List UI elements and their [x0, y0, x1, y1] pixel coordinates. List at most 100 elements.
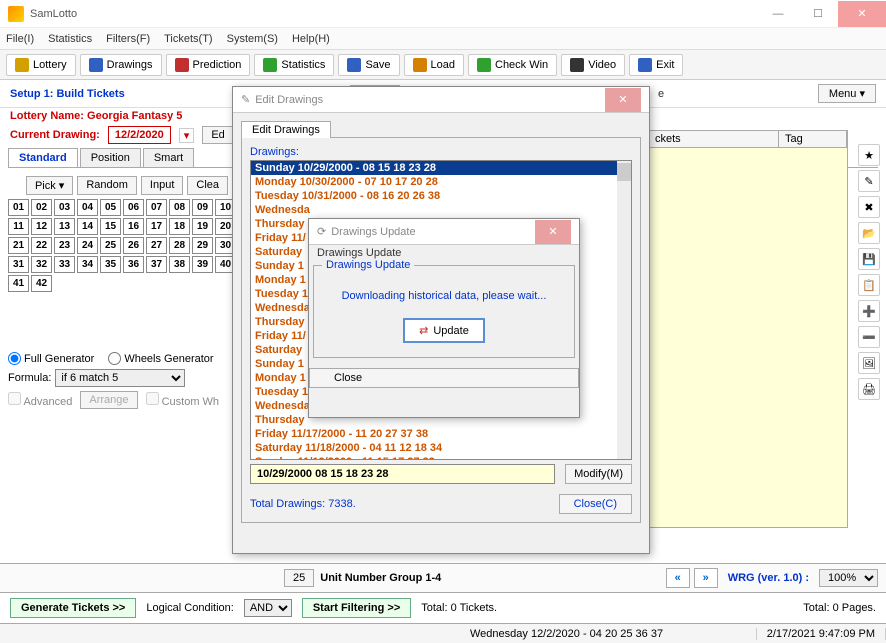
number-cell-35[interactable]: 35 — [100, 256, 121, 273]
delete-icon[interactable]: ✖ — [858, 196, 880, 218]
pick-button[interactable]: Pick ▾ — [26, 176, 73, 195]
modify-input[interactable] — [250, 464, 555, 484]
drawing-item[interactable]: Monday 10/30/2000 - 07 10 17 20 28 — [251, 175, 631, 189]
number-cell-21[interactable]: 21 — [8, 237, 29, 254]
edit-button[interactable]: Ed — [202, 126, 233, 144]
number-cell-06[interactable]: 06 — [123, 199, 144, 216]
start-filtering-button[interactable]: Start Filtering >> — [302, 598, 411, 618]
formula-select[interactable]: if 6 match 5 — [55, 369, 185, 387]
number-cell-29[interactable]: 29 — [192, 237, 213, 254]
open-icon[interactable]: 📂 — [858, 222, 880, 244]
drawing-item[interactable]: Saturday 11/18/2000 - 04 11 12 18 34 — [251, 441, 631, 455]
remove-icon[interactable]: ➖ — [858, 326, 880, 348]
number-cell-04[interactable]: 04 — [77, 199, 98, 216]
add-icon[interactable]: ➕ — [858, 300, 880, 322]
menu-tickets[interactable]: Tickets(T) — [164, 33, 212, 45]
number-cell-19[interactable]: 19 — [192, 218, 213, 235]
number-cell-14[interactable]: 14 — [77, 218, 98, 235]
number-cell-17[interactable]: 17 — [146, 218, 167, 235]
toolbar-statistics-button[interactable]: Statistics — [254, 54, 334, 76]
tab-position[interactable]: Position — [80, 148, 141, 167]
drawing-item[interactable]: Wednesda — [251, 203, 631, 217]
generate-tickets-button[interactable]: Generate Tickets >> — [10, 598, 136, 618]
number-cell-33[interactable]: 33 — [54, 256, 75, 273]
toolbar-exit-button[interactable]: Exit — [629, 54, 683, 76]
logical-condition-select[interactable]: AND — [244, 599, 292, 617]
number-cell-42[interactable]: 42 — [31, 275, 52, 292]
number-cell-15[interactable]: 15 — [100, 218, 121, 235]
zoom-select[interactable]: 100% — [819, 569, 878, 587]
page-prev-button[interactable]: « — [666, 568, 690, 588]
toolbar-prediction-button[interactable]: Prediction — [166, 54, 251, 76]
number-cell-18[interactable]: 18 — [169, 218, 190, 235]
toolbar-lottery-button[interactable]: Lottery — [6, 54, 76, 76]
advanced-checkbox[interactable]: Advanced — [8, 392, 72, 408]
number-cell-08[interactable]: 08 — [169, 199, 190, 216]
toolbar-load-button[interactable]: Load — [404, 54, 464, 76]
number-cell-13[interactable]: 13 — [54, 218, 75, 235]
number-cell-27[interactable]: 27 — [146, 237, 167, 254]
save-icon[interactable]: 💾 — [858, 248, 880, 270]
number-cell-38[interactable]: 38 — [169, 256, 190, 273]
print-icon[interactable]: 🖨 — [858, 378, 880, 400]
close-button[interactable]: ✕ — [838, 1, 886, 27]
number-cell-32[interactable]: 32 — [31, 256, 52, 273]
toolbar-save-button[interactable]: Save — [338, 54, 399, 76]
drawings-scrollbar[interactable] — [617, 161, 631, 459]
drawing-item[interactable]: Friday 11/17/2000 - 11 20 27 37 38 — [251, 427, 631, 441]
clear-button[interactable]: Clea — [187, 176, 228, 195]
current-drawing-dropdown[interactable]: ▾ — [179, 128, 195, 143]
scrollbar-thumb[interactable] — [617, 163, 631, 181]
number-cell-05[interactable]: 05 — [100, 199, 121, 216]
number-cell-09[interactable]: 09 — [192, 199, 213, 216]
menu-help[interactable]: Help(H) — [292, 33, 330, 45]
drawing-item[interactable]: Tuesday 10/31/2000 - 08 16 20 26 38 — [251, 189, 631, 203]
right-menu-button[interactable]: Menu ▾ — [818, 84, 876, 103]
maximize-button[interactable]: ☐ — [798, 1, 838, 27]
toolbar-video-button[interactable]: Video — [561, 54, 625, 76]
menu-file[interactable]: File(I) — [6, 33, 34, 45]
edit-icon[interactable]: ✎ — [858, 170, 880, 192]
page-next-button[interactable]: » — [694, 568, 718, 588]
update-dialog-close-icon[interactable]: ✕ — [535, 220, 571, 244]
number-cell-11[interactable]: 11 — [8, 218, 29, 235]
number-cell-03[interactable]: 03 — [54, 199, 75, 216]
menu-statistics[interactable]: Statistics — [48, 33, 92, 45]
star-icon[interactable]: ★ — [858, 144, 880, 166]
update-close-button[interactable]: Close — [309, 368, 579, 388]
drawing-item[interactable]: Sunday 10/29/2000 - 08 15 18 23 28 — [251, 161, 631, 175]
copy-icon[interactable]: 📋 — [858, 274, 880, 296]
number-cell-41[interactable]: 41 — [8, 275, 29, 292]
input-button[interactable]: Input — [141, 176, 183, 195]
wheels-generator-radio[interactable]: Wheels Generator — [108, 352, 213, 365]
number-cell-01[interactable]: 01 — [8, 199, 29, 216]
number-cell-34[interactable]: 34 — [77, 256, 98, 273]
current-drawing-value[interactable]: 12/2/2020 — [108, 126, 171, 144]
unit-number-value[interactable]: 25 — [284, 569, 314, 587]
custom-checkbox[interactable]: Custom Wh — [146, 392, 220, 408]
number-cell-31[interactable]: 31 — [8, 256, 29, 273]
menu-filters[interactable]: Filters(F) — [106, 33, 150, 45]
number-cell-24[interactable]: 24 — [77, 237, 98, 254]
edit-close-button[interactable]: Close(C) — [559, 494, 632, 514]
number-cell-22[interactable]: 22 — [31, 237, 52, 254]
random-button[interactable]: Random — [77, 176, 137, 195]
minimize-button[interactable]: — — [758, 1, 798, 27]
full-generator-radio[interactable]: Full Generator — [8, 352, 94, 365]
number-cell-37[interactable]: 37 — [146, 256, 167, 273]
update-button[interactable]: ⇄Update — [403, 318, 485, 343]
edit-dialog-close-icon[interactable]: ✕ — [605, 88, 641, 112]
number-cell-07[interactable]: 07 — [146, 199, 167, 216]
number-cell-02[interactable]: 02 — [31, 199, 52, 216]
number-cell-12[interactable]: 12 — [31, 218, 52, 235]
tickets-col-header[interactable]: ckets — [649, 131, 779, 147]
menu-system[interactable]: System(S) — [227, 33, 278, 45]
edit-drawings-tab[interactable]: Edit Drawings — [241, 121, 331, 138]
toolbar-check-win-button[interactable]: Check Win — [468, 54, 557, 76]
modify-button[interactable]: Modify(M) — [565, 464, 632, 484]
tab-smart[interactable]: Smart — [143, 148, 194, 167]
number-cell-23[interactable]: 23 — [54, 237, 75, 254]
number-cell-28[interactable]: 28 — [169, 237, 190, 254]
tab-standard[interactable]: Standard — [8, 148, 78, 167]
tag-col-header[interactable]: Tag — [779, 131, 847, 147]
